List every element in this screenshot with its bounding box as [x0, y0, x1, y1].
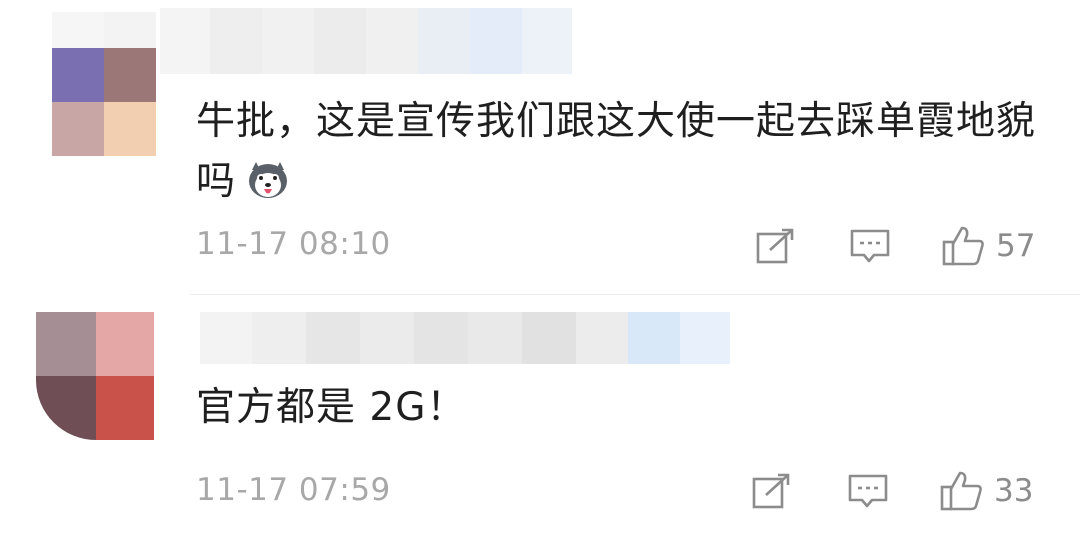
comment-bubble-icon	[848, 474, 888, 508]
comment-text-content: 牛批，这是宣传我们跟这大使一起去踩单霞地貌吗	[196, 99, 1037, 204]
reply-button[interactable]	[848, 473, 888, 511]
share-edit-icon	[756, 228, 794, 264]
like-count: 33	[994, 473, 1034, 509]
username-redacted[interactable]	[200, 312, 730, 364]
comment-divider	[190, 294, 1080, 295]
share-button[interactable]	[752, 473, 792, 509]
avatar[interactable]	[52, 12, 156, 156]
like-button[interactable]: 57	[942, 224, 1035, 268]
avatar-pixel	[96, 376, 154, 440]
comment-timestamp: 11-17 07:59	[196, 472, 391, 508]
avatar-pixel	[96, 312, 154, 376]
avatar-pixel	[36, 312, 96, 376]
thumbs-up-icon	[940, 471, 982, 511]
comment-bubble-icon	[850, 229, 890, 263]
avatar-pixel	[52, 12, 104, 48]
like-button[interactable]: 33	[940, 469, 1033, 513]
avatar[interactable]	[36, 312, 154, 440]
avatar-pixel	[104, 12, 156, 48]
comment-timestamp: 11-17 08:10	[196, 226, 391, 262]
thumbs-up-icon	[942, 226, 984, 266]
avatar-pixel	[52, 48, 104, 102]
like-count: 57	[996, 228, 1036, 264]
comment-item: 牛批，这是宣传我们跟这大使一起去踩单霞地貌吗 11-17 08:10 57	[0, 0, 1080, 296]
username-redacted[interactable]	[160, 8, 572, 74]
avatar-pixel	[104, 102, 156, 156]
reply-button[interactable]	[850, 228, 890, 266]
comment-text: 官方都是 2G！	[196, 385, 467, 430]
share-button[interactable]	[756, 228, 796, 264]
husky-emoji-icon	[249, 162, 288, 198]
avatar-pixel	[104, 48, 156, 102]
avatar-pixel	[52, 102, 104, 156]
share-edit-icon	[752, 473, 790, 509]
comment-text: 牛批，这是宣传我们跟这大使一起去踩单霞地貌吗	[196, 92, 1056, 212]
